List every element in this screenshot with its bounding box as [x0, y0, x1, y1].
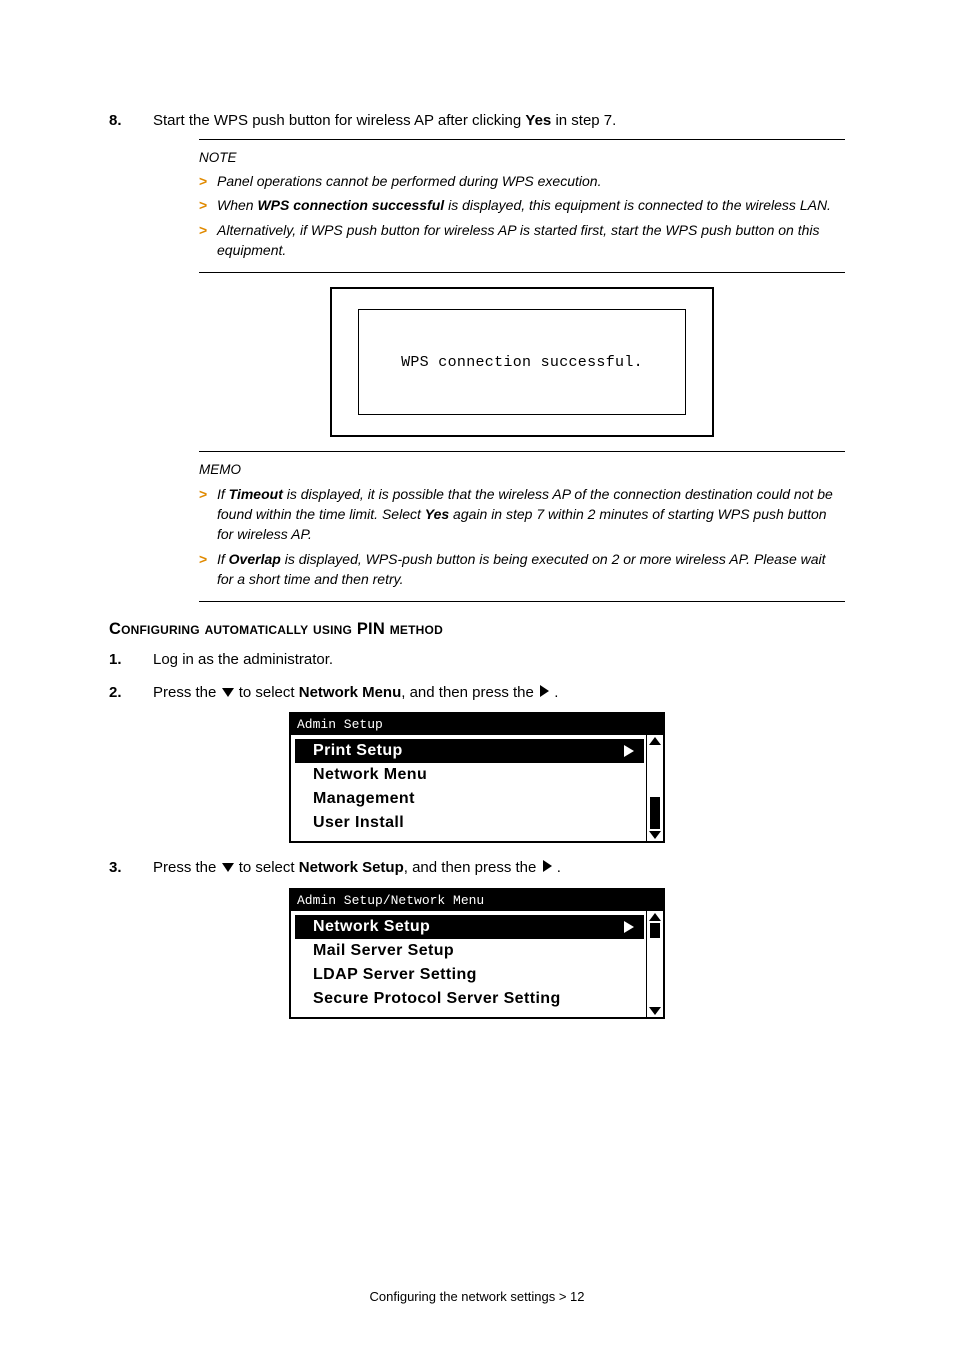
manual-page: 8. Start the WPS push button for wireles… [0, 0, 954, 1350]
note-bullet: > Alternatively, if WPS push button for … [199, 220, 845, 261]
step-number: 3. [109, 857, 153, 880]
memo-bullet: > If Overlap is displayed, WPS-push butt… [199, 549, 845, 590]
text: Press the [153, 684, 221, 701]
text: . [554, 684, 558, 701]
text: to select [239, 859, 299, 876]
lcd-figure: WPS connection successful. [199, 287, 845, 437]
note-bullet: > When WPS connection successful is disp… [199, 195, 845, 215]
lcd-outer-frame: WPS connection successful. [330, 287, 714, 437]
note-block: NOTE > Panel operations cannot be perfor… [199, 139, 845, 274]
step-number: 1. [109, 649, 153, 672]
step-2: 2. Press the to select Network Menu, and… [109, 682, 845, 705]
chevron-icon: > [199, 220, 217, 240]
network-menu: Admin Setup/Network Menu Network Setup M… [289, 888, 665, 1019]
step-text: Start the WPS push button for wireless A… [153, 110, 845, 133]
scroll-up-icon[interactable] [649, 913, 661, 921]
scrollbar[interactable] [646, 911, 663, 1017]
text: . [557, 859, 561, 876]
bold: Network Menu [299, 684, 402, 701]
bold: Timeout [229, 486, 283, 502]
scrollbar[interactable] [646, 735, 663, 841]
step-text: Press the to select Network Setup, and t… [153, 857, 845, 880]
menu-item-label: Print Setup [313, 742, 403, 760]
memo-bullet: > If Timeout is displayed, it is possibl… [199, 484, 845, 545]
right-arrow-icon [624, 745, 634, 757]
scroll-down-icon[interactable] [649, 831, 661, 839]
text: in step 7. [551, 112, 616, 129]
step-8: 8. Start the WPS push button for wireles… [109, 110, 845, 133]
lcd-message: WPS connection successful. [358, 309, 686, 415]
bullet-text: Panel operations cannot be performed dur… [217, 171, 845, 191]
bold: Overlap [229, 551, 281, 567]
menu-item-label: Network Setup [313, 918, 430, 936]
scroll-track [647, 745, 663, 831]
menu-list: Print Setup Network Menu Management User… [291, 735, 646, 841]
menu-item-ldap-server-setting[interactable]: LDAP Server Setting [291, 963, 646, 987]
memo-heading: MEMO [199, 460, 845, 480]
step-3: 3. Press the to select Network Setup, an… [109, 857, 845, 880]
down-arrow-icon [221, 861, 235, 873]
text: When [217, 197, 257, 213]
menu-item-print-setup[interactable]: Print Setup [295, 739, 644, 763]
bullet-text: Alternatively, if WPS push button for wi… [217, 220, 845, 261]
scroll-thumb[interactable] [650, 797, 660, 829]
note-bullet: > Panel operations cannot be performed d… [199, 171, 845, 191]
menu-item-mail-server-setup[interactable]: Mail Server Setup [291, 939, 646, 963]
menu-item-management[interactable]: Management [291, 787, 646, 811]
bold: WPS connection successful [257, 197, 444, 213]
text: is displayed, this equipment is connecte… [444, 197, 831, 213]
scroll-thumb[interactable] [650, 923, 660, 938]
right-arrow-icon [624, 921, 634, 933]
scroll-down-icon[interactable] [649, 1007, 661, 1015]
menu-list: Network Setup Mail Server Setup LDAP Ser… [291, 911, 646, 1017]
bullet-text: If Timeout is displayed, it is possible … [217, 484, 845, 545]
menu-item-network-setup[interactable]: Network Setup [295, 915, 644, 939]
menu-item-user-install[interactable]: User Install [291, 811, 646, 835]
bullet-text: If Overlap is displayed, WPS-push button… [217, 549, 845, 590]
bold: Yes [425, 506, 449, 522]
text: , and then press the [404, 859, 541, 876]
bullet-text: When WPS connection successful is displa… [217, 195, 845, 215]
chevron-icon: > [199, 195, 217, 215]
page-footer: Configuring the network settings > 12 [0, 1289, 954, 1304]
menu-title: Admin Setup [291, 714, 663, 735]
step-1: 1. Log in as the administrator. [109, 649, 845, 672]
chevron-icon: > [199, 484, 217, 504]
menu-title: Admin Setup/Network Menu [291, 890, 663, 911]
note-heading: NOTE [199, 148, 845, 168]
menu-body: Print Setup Network Menu Management User… [291, 735, 663, 841]
step-text: Log in as the administrator. [153, 649, 845, 672]
section-heading: Configuring automatically using PIN meth… [109, 620, 845, 639]
memo-block: MEMO > If Timeout is displayed, it is po… [199, 451, 845, 602]
right-arrow-icon [538, 684, 550, 698]
down-arrow-icon [221, 686, 235, 698]
step-number: 8. [109, 110, 153, 133]
text: , and then press the [401, 684, 538, 701]
menu-body: Network Setup Mail Server Setup LDAP Ser… [291, 911, 663, 1017]
scroll-track [647, 921, 663, 1007]
step-number: 2. [109, 682, 153, 705]
chevron-icon: > [199, 549, 217, 569]
text: If [217, 486, 229, 502]
menu-item-secure-protocol[interactable]: Secure Protocol Server Setting [291, 987, 646, 1011]
scroll-up-icon[interactable] [649, 737, 661, 745]
admin-setup-menu: Admin Setup Print Setup Network Menu Man… [289, 712, 665, 843]
step-text: Press the to select Network Menu, and th… [153, 682, 845, 705]
right-arrow-icon [541, 859, 553, 873]
chevron-icon: > [199, 171, 217, 191]
text: is displayed, WPS-push button is being e… [217, 551, 826, 587]
text: to select [239, 684, 299, 701]
text: If [217, 551, 229, 567]
bold: Yes [525, 112, 551, 129]
menu-item-network-menu[interactable]: Network Menu [291, 763, 646, 787]
text: Start the WPS push button for wireless A… [153, 112, 525, 129]
bold: Network Setup [299, 859, 404, 876]
text: Press the [153, 859, 221, 876]
